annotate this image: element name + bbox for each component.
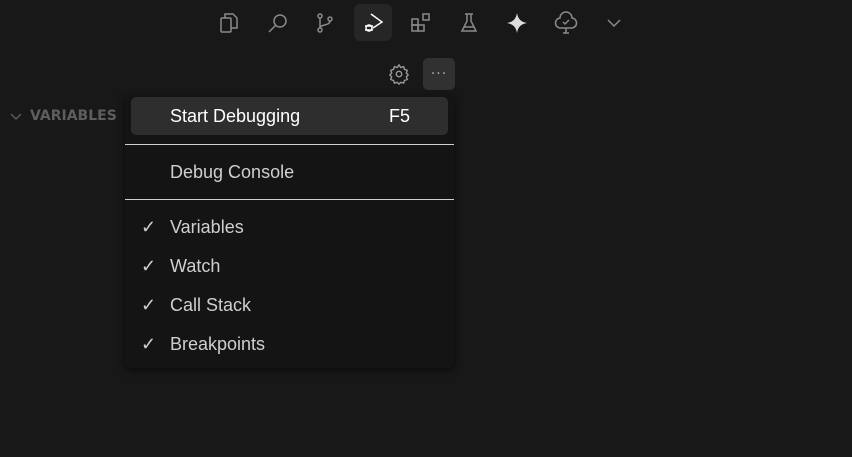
menu-item-label: Start Debugging bbox=[170, 105, 301, 126]
menu-item-breakpoints[interactable]: ✓ Breakpoints bbox=[131, 325, 448, 363]
search-button[interactable] bbox=[259, 4, 297, 41]
extensions-button[interactable] bbox=[402, 4, 440, 41]
more-views-button[interactable] bbox=[595, 4, 633, 41]
testing-button[interactable] bbox=[450, 4, 488, 41]
menu-separator bbox=[125, 199, 454, 200]
menu-item-label: Debug Console bbox=[170, 161, 295, 182]
variables-section-header[interactable]: VARIABLES bbox=[8, 108, 117, 124]
menu-item-label: Watch bbox=[170, 255, 221, 276]
menu-separator bbox=[125, 144, 454, 145]
files-icon bbox=[220, 12, 238, 33]
menu-item-watch[interactable]: ✓ Watch bbox=[131, 247, 448, 285]
context-menu: Start Debugging F5 Debug Console ✓ Varia… bbox=[125, 95, 454, 368]
search-icon bbox=[268, 13, 287, 33]
run-debug-button[interactable] bbox=[354, 4, 392, 41]
run-debug-icon bbox=[365, 12, 384, 32]
menu-item-label: Call Stack bbox=[170, 294, 252, 315]
tree-check-icon bbox=[554, 10, 578, 34]
menu-item-label: Variables bbox=[170, 216, 244, 237]
copilot-button[interactable] bbox=[498, 4, 536, 41]
menu-item-shortcut: F5 bbox=[389, 105, 411, 126]
menu-item-label: Breakpoints bbox=[170, 333, 266, 354]
tree-button[interactable] bbox=[547, 4, 585, 41]
sparkle-icon bbox=[507, 12, 527, 33]
source-control-icon bbox=[317, 12, 333, 33]
extensions-icon bbox=[411, 12, 430, 32]
more-actions-button[interactable]: ··· bbox=[423, 58, 455, 90]
check-icon: ✓ bbox=[141, 294, 157, 315]
menu-item-start-debugging[interactable]: Start Debugging F5 bbox=[131, 97, 448, 135]
explorer-button[interactable] bbox=[210, 4, 248, 41]
gear-icon bbox=[388, 63, 410, 85]
section-title: VARIABLES bbox=[30, 108, 117, 124]
check-icon: ✓ bbox=[141, 333, 157, 354]
menu-item-variables[interactable]: ✓ Variables bbox=[131, 208, 448, 246]
check-icon: ✓ bbox=[141, 255, 157, 276]
menu-item-call-stack[interactable]: ✓ Call Stack bbox=[131, 286, 448, 324]
menu-item-debug-console[interactable]: Debug Console bbox=[131, 153, 448, 191]
chevron-down-icon bbox=[607, 18, 621, 27]
settings-button[interactable] bbox=[383, 58, 415, 90]
chevron-down-icon bbox=[10, 113, 22, 120]
check-icon: ✓ bbox=[141, 216, 157, 237]
source-control-button[interactable] bbox=[306, 4, 344, 41]
testing-icon bbox=[460, 12, 478, 32]
